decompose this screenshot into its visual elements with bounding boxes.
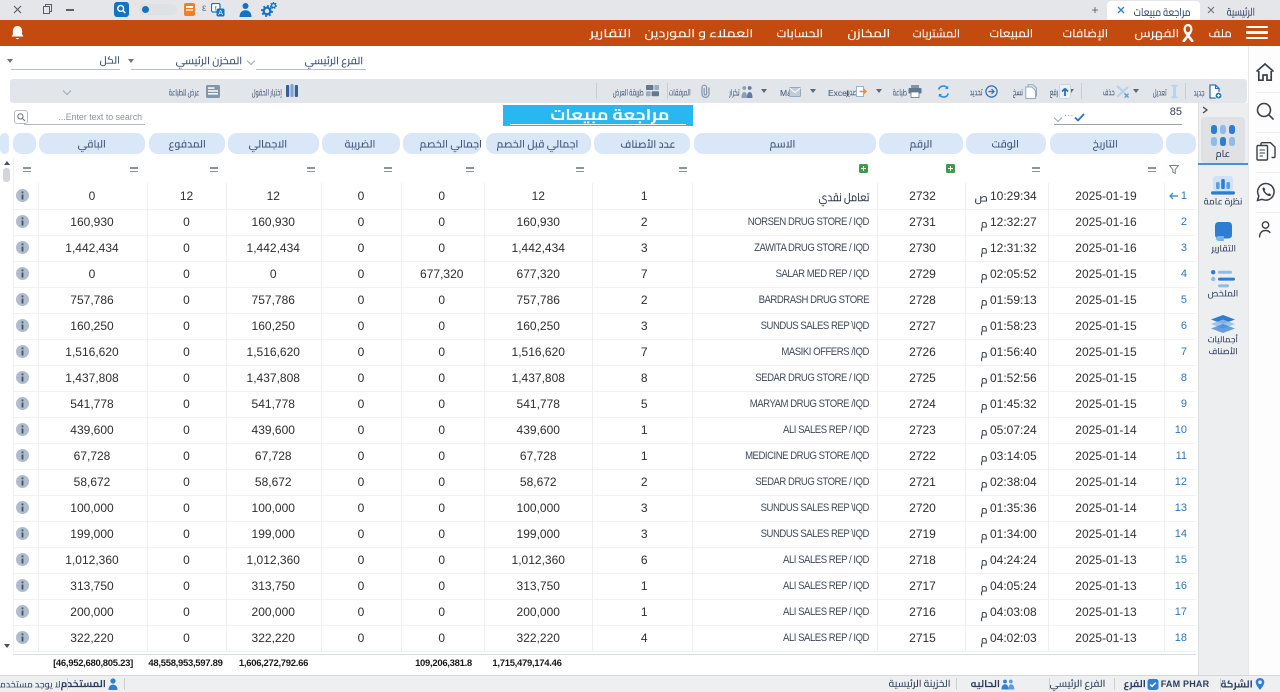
svg-text:f: f <box>215 6 217 13</box>
svg-text:A: A <box>218 10 223 17</box>
